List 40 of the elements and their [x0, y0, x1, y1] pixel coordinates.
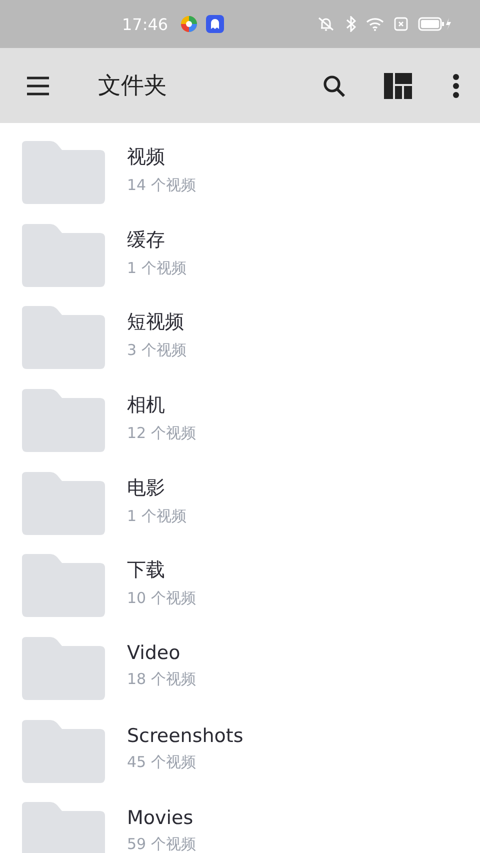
folder-icon	[22, 554, 105, 618]
video-count: 59 个视频	[127, 835, 196, 853]
search-button[interactable]	[322, 74, 346, 98]
video-count: 3 个视频	[127, 341, 186, 360]
folder-name[interactable]: 相机	[127, 392, 196, 418]
mute-icon	[316, 16, 336, 32]
more-button[interactable]	[452, 74, 460, 98]
folder-icon	[22, 388, 105, 452]
video-count: 12 个视频	[127, 424, 196, 443]
folder-name[interactable]: 下载	[127, 557, 196, 584]
battery-icon	[418, 16, 452, 32]
layout-button[interactable]	[384, 72, 412, 98]
folder-icon	[22, 802, 105, 853]
folder-icon	[22, 472, 105, 535]
folder-name[interactable]: Video	[127, 642, 196, 664]
folder-name[interactable]: Screenshots	[127, 724, 244, 747]
folder-name[interactable]: 视频	[127, 144, 196, 170]
folder-name[interactable]: 电影	[127, 474, 186, 501]
video-count: 18 个视频	[127, 670, 196, 689]
menu-button[interactable]	[26, 76, 50, 96]
folder-icon	[22, 224, 105, 287]
sim-icon	[394, 17, 408, 31]
video-count: 1 个视频	[127, 506, 186, 526]
bluetooth-icon	[346, 16, 356, 32]
folder-icon	[22, 720, 105, 783]
folder-icon	[22, 306, 105, 370]
video-count: 10 个视频	[127, 589, 196, 608]
folder-name[interactable]: 缓存	[127, 226, 186, 253]
toolbar-title: 文件夹	[98, 72, 167, 101]
folder-name[interactable]: Movies	[127, 807, 196, 830]
folder-icon	[22, 636, 105, 700]
folder-name[interactable]: 短视频	[127, 309, 186, 336]
app-icon	[180, 15, 198, 33]
video-count: 1 个视频	[127, 258, 186, 278]
video-count: 14 个视频	[127, 176, 196, 195]
status-time: 17:46	[122, 14, 168, 34]
wifi-icon	[366, 17, 384, 31]
folder-icon	[22, 140, 105, 204]
video-count: 45 个视频	[127, 752, 197, 772]
app-icon	[206, 15, 224, 33]
